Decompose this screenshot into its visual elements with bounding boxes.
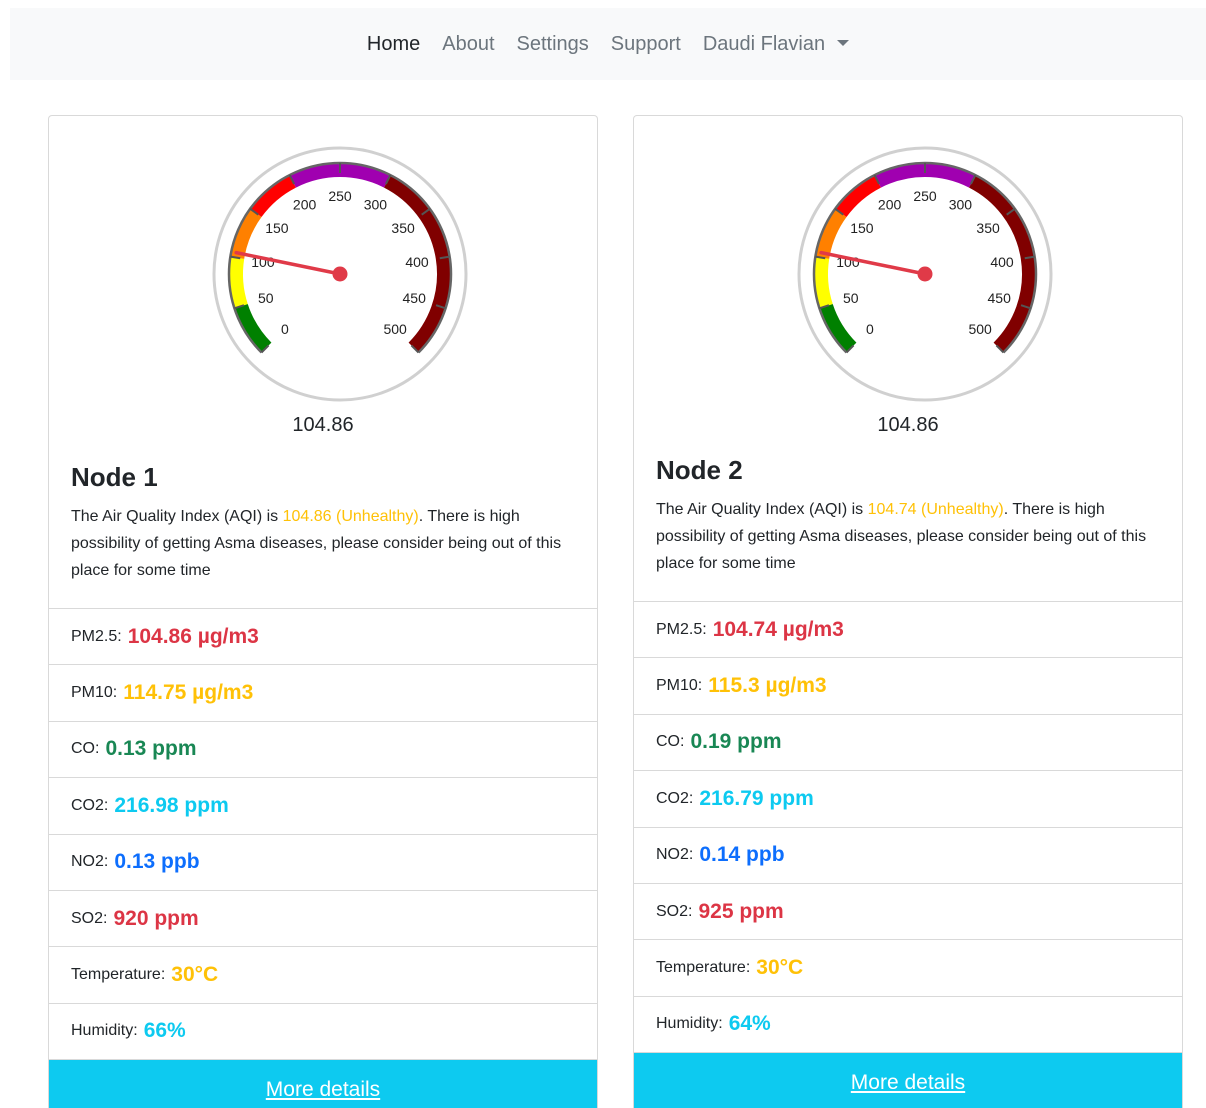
gauge-svg: 050100150200250300350400450500 [212,146,468,402]
top-navbar: Home About Settings Support Daudi Flavia… [10,8,1206,80]
more-details-link[interactable]: More details [266,1078,380,1102]
gauge-tick-label: 400 [990,254,1014,270]
gauge-tick-label: 350 [391,220,415,236]
more-details-link[interactable]: More details [851,1071,965,1095]
metric-co: CO: 0.19 ppm [634,715,1182,772]
gauge-tick-label: 450 [988,290,1012,306]
node-card-1: 0 50 100 150 200 250 300 350 400 450 500 104.86 No… [48,115,598,1108]
gauge-tick-label: 0 [866,321,874,337]
metric-value: 30°C [171,963,219,987]
metric-value: 114.75 µg/m3 [123,681,254,705]
gauge-tick-label: 150 [265,220,289,236]
metric-co: CO: 0.13 ppm [49,722,597,779]
user-dropdown[interactable]: Daudi Flavian [692,33,860,56]
gauge-tick-label: 250 [328,188,352,204]
gauge-tick-label: 0 [281,321,289,337]
gauge-tick-label: 200 [293,197,317,213]
more-details-button[interactable]: More details [49,1060,597,1108]
gauge-tick-label: 500 [968,321,992,337]
metric-value: 104.74 µg/m3 [712,617,844,641]
metrics-list: PM2.5: 104.74 µg/m3 PM10: 115.3 µg/m3 CO: 0… [634,601,1182,1054]
metric-temperature: Temperature: 30°C [634,940,1182,997]
gauge-value: 104.86 [877,414,939,436]
aqi-description: The Air Quality Index (AQI) is 104.86 (U… [71,508,562,579]
gauge-tick-label: 350 [976,220,1000,236]
gauge-band [814,256,833,309]
metric-pm25: PM2.5: 104.86 µg/m3 [49,609,597,666]
metric-value: 0.13 ppm [105,737,197,761]
metric-value: 0.13 ppb [114,850,200,874]
metric-pm25: PM2.5: 104.74 µg/m3 [634,602,1182,659]
metric-so2: SO2: 925 ppm [634,884,1182,941]
gauge-tick-label: 450 [403,290,427,306]
node-title: Node 1 [71,462,158,492]
nav-about[interactable]: About [431,33,505,56]
metric-value: 925 ppm [698,899,784,923]
gauge-needle-hub [917,266,933,282]
nav-home[interactable]: Home [356,33,431,56]
metric-humidity: Humidity: 64% [634,997,1182,1054]
metric-co2: CO2: 216.79 ppm [634,771,1182,828]
metric-so2: SO2: 920 ppm [49,891,597,948]
gauge-tick-label: 50 [258,290,274,306]
metric-value: 0.14 ppb [699,843,785,867]
metric-value: 216.79 ppm [699,786,814,810]
gauge-tick-label: 400 [405,254,429,270]
metric-value: 0.19 ppm [690,730,782,754]
gauge-tick-label: 150 [850,220,874,236]
metric-co2: CO2: 216.98 ppm [49,778,597,835]
metric-pm10: PM10: 114.75 µg/m3 [49,665,597,722]
gauge-tick-label: 300 [949,197,973,213]
nav-settings[interactable]: Settings [506,33,600,56]
metric-no2: NO2: 0.14 ppb [634,828,1182,884]
gauge-tick-label: 50 [843,290,859,306]
metric-no2: NO2: 0.13 ppb [49,835,597,891]
aqi-description: The Air Quality Index (AQI) is 104.74 (U… [656,501,1147,572]
user-name: Daudi Flavian [702,32,826,55]
gauge-tick-label: 200 [878,197,902,213]
gauge-needle-hub [332,266,348,282]
gauge-tick-label: 300 [364,197,388,213]
metric-value: 216.98 ppm [114,793,229,817]
metric-value: 920 ppm [113,906,199,930]
aqi-gauge: 0 50 100 150 200 250 300 350 400 450 500 104.86 [634,116,1182,456]
nav-support[interactable]: Support [600,33,692,56]
node-card-2: 0 50 100 150 200 250 300 350 400 450 500 104.86 No… [633,115,1183,1108]
gauge-tick-label: 500 [383,321,407,337]
metric-value: 104.86 µg/m3 [127,624,259,648]
metrics-list: PM2.5: 104.86 µg/m3 PM10: 114.75 µg/m3 CO:… [49,608,597,1061]
metric-humidity: Humidity: 66% [49,1004,597,1061]
aqi-value-highlight: 104.86 (Unhealthy) [282,508,419,525]
gauge-svg: 050100150200250300350400450500 [797,146,1053,402]
metric-value: 66% [143,1019,186,1043]
gauge-tick-label: 250 [913,188,937,204]
aqi-value-highlight: 104.74 (Unhealthy) [867,501,1004,518]
metric-value: 115.3 µg/m3 [708,674,827,698]
caret-down-icon [837,39,850,46]
metric-temperature: Temperature: 30°C [49,947,597,1004]
gauge-band [229,256,248,309]
metric-pm10: PM10: 115.3 µg/m3 [634,658,1182,715]
metric-value: 30°C [756,956,804,980]
node-title: Node 2 [656,455,743,485]
gauge-value: 104.86 [292,414,354,436]
metric-value: 64% [728,1012,771,1036]
aqi-gauge: 0 50 100 150 200 250 300 350 400 450 500 104.86 [49,116,597,456]
more-details-button[interactable]: More details [634,1053,1182,1108]
